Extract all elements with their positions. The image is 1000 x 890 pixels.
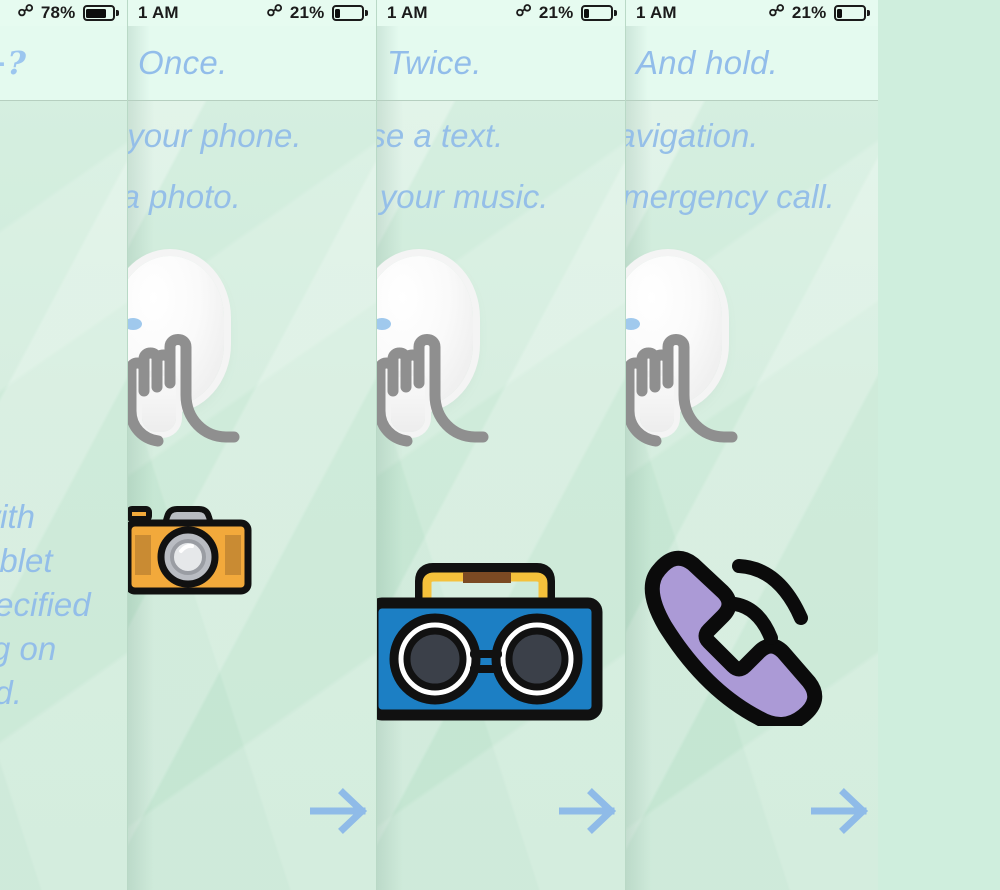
carousel-panel-hold[interactable]: 1 AM ☍ 21% And hold. Start navigation.	[626, 0, 878, 890]
description-line: Start navigation.	[626, 117, 759, 154]
carousel-panel-intro[interactable]: 9 PM ☍ 78% Click+? The Bluetooth	[0, 0, 128, 890]
next-arrow-button[interactable]	[559, 786, 621, 836]
description-text: The Bluetooth headset pairs with your ph…	[0, 451, 127, 715]
status-bar-left: 1 AM	[387, 3, 428, 23]
page-title: Once.	[138, 44, 228, 81]
status-bar: 1 AM ☍ 21%	[626, 0, 878, 26]
arrow-right-icon	[811, 788, 869, 834]
camera-illustration	[128, 501, 253, 601]
battery-percent-label: 21%	[791, 3, 827, 22]
panel-header: Once.	[128, 26, 376, 101]
status-bar-left: 1 AM	[636, 3, 677, 23]
panel-header: Click+?	[0, 26, 127, 101]
carousel-panel-once[interactable]: 1 AM ☍ 21% Once. Answer your phone.	[128, 0, 377, 890]
battery-icon	[331, 5, 368, 21]
next-arrow-button[interactable]	[310, 786, 372, 836]
bluetooth-icon: ☍	[515, 3, 532, 20]
panel-body: Start navigation. Make an emergency call…	[626, 101, 878, 890]
status-time: 1 AM	[387, 3, 428, 22]
hand-tap-icon	[377, 334, 489, 447]
description-line: your phone or tablet	[0, 542, 53, 579]
description-line: how it is pressed.	[0, 674, 22, 711]
battery-icon	[833, 5, 870, 21]
status-time: 1 AM	[138, 3, 179, 22]
bluetooth-icon: ☍	[768, 3, 785, 20]
page-title: And hold.	[636, 44, 779, 81]
description-text: Compose a text. Change your music.	[377, 105, 625, 227]
status-bar-right: ☍ 21%	[768, 3, 870, 23]
hand-tap-icon	[626, 334, 738, 447]
description-text: Answer your phone. Take a photo.	[128, 105, 376, 227]
description-text: Start navigation. Make an emergency call…	[626, 105, 878, 227]
battery-percent-label: 21%	[289, 3, 325, 22]
radio-illustration	[377, 551, 605, 726]
description-line: Change your music.	[377, 178, 549, 215]
radio-icon	[377, 563, 603, 721]
footer-line: For example...	[0, 776, 127, 820]
status-bar: 9 PM ☍ 78%	[0, 0, 127, 26]
description-line: action depending on	[0, 630, 57, 667]
description-line: Make an emergency call.	[626, 178, 835, 215]
next-arrow-button[interactable]	[811, 786, 873, 836]
tap-hand-illustration	[626, 251, 776, 451]
page-title: Twice.	[387, 44, 482, 81]
panel-body: The Bluetooth headset pairs with your ph…	[0, 101, 127, 890]
arrow-right-icon	[559, 788, 617, 834]
description-line: Compose a text.	[377, 117, 504, 154]
battery-icon	[580, 5, 617, 21]
description-line: headset pairs with	[0, 498, 35, 535]
description-line: The Bluetooth	[0, 451, 127, 495]
panel-header: And hold.	[626, 26, 878, 101]
bluetooth-icon: ☍	[266, 3, 283, 20]
status-bar-left: 1 AM	[138, 3, 179, 23]
panel-body: Answer your phone. Take a photo.	[128, 101, 376, 890]
arrow-right-icon	[310, 788, 368, 834]
camera-icon	[128, 506, 252, 595]
panel-header: Twice.	[377, 26, 625, 101]
status-time: 1 AM	[636, 3, 677, 22]
status-bar-right: ☍ 21%	[266, 3, 368, 23]
telephone-receiver-icon	[644, 550, 823, 726]
status-bar-right: ☍ 78%	[17, 3, 119, 23]
status-bar: 1 AM ☍ 21%	[128, 0, 376, 26]
tap-hand-illustration	[128, 251, 278, 451]
tap-hand-illustration	[377, 251, 527, 451]
page-title: Click+?	[0, 44, 26, 82]
onboarding-carousel[interactable]: 9 PM ☍ 78% Click+? The Bluetooth	[0, 0, 1000, 890]
description-line: Answer your phone.	[128, 117, 302, 154]
status-bar: 1 AM ☍ 21%	[377, 0, 625, 26]
hand-tap-icon	[128, 334, 240, 447]
carousel-panel-twice[interactable]: 1 AM ☍ 21% Twice. Compose a text.	[377, 0, 626, 890]
description-line: Take a photo.	[128, 178, 241, 215]
battery-icon	[82, 5, 119, 21]
battery-percent-label: 78%	[40, 3, 76, 22]
battery-percent-label: 21%	[538, 3, 574, 22]
panel-body: Compose a text. Change your music.	[377, 101, 625, 890]
bluetooth-icon: ☍	[17, 3, 34, 20]
status-bar-right: ☍ 21%	[515, 3, 617, 23]
telephone-illustration	[631, 526, 831, 726]
description-line: and does any specified	[0, 586, 91, 623]
footer-text: For example...	[0, 776, 127, 820]
